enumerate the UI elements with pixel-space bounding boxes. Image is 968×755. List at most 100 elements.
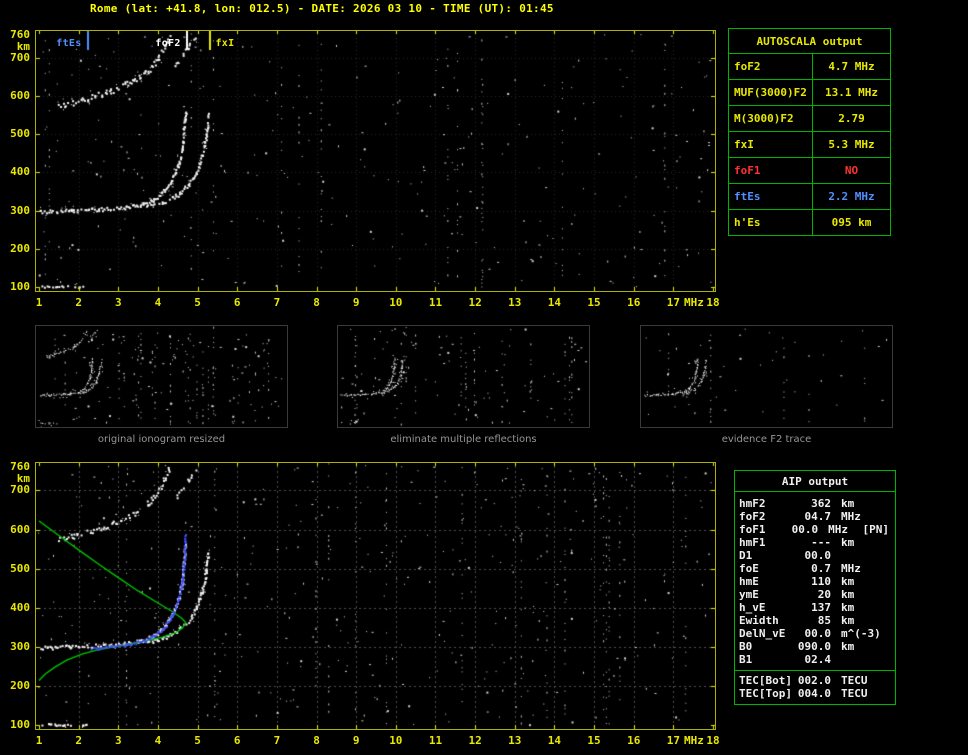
aip-param-note: [881, 601, 891, 614]
thumbnail-caption-evidence: evidence F2 trace: [640, 434, 893, 445]
aip-tec-rows: TEC[Bot]002.0TECUTEC[Top]004.0TECU: [735, 674, 895, 700]
marker-label-fof2: foF2: [155, 38, 180, 49]
x-tick-label: 13: [508, 296, 521, 309]
x-tick-label: 4: [155, 734, 162, 747]
thumbnail-caption-eliminate: eliminate multiple reflections: [337, 434, 590, 445]
x-tick-label: 18: [706, 734, 719, 747]
autoscala-param-value: 2.79: [813, 106, 890, 131]
x-tick-label: 2: [75, 296, 82, 309]
x-tick-label: 17: [667, 296, 680, 309]
autoscala-param-label: MUF(3000)F2: [729, 80, 813, 105]
x-tick-label: 17: [667, 734, 680, 747]
autoscala-param-value: 13.1 MHz: [813, 80, 890, 105]
aip-row-hmf2: hmF2362km: [735, 497, 895, 510]
aip-param-name: hmF2: [739, 497, 795, 510]
main-ionogram-plot: ftEsfoF2fxI: [35, 30, 716, 292]
restored-ionogram-plot: [35, 462, 716, 730]
y-axis-unit: km: [4, 40, 30, 53]
y-tick-label: 400: [4, 165, 30, 178]
aip-param-value: 85: [795, 614, 831, 627]
aip-param-note: [881, 510, 891, 523]
station-title: Rome (lat: +41.8, lon: 012.5) - DATE: 20…: [90, 2, 554, 15]
aip-param-note: [881, 497, 891, 510]
aip-param-note: [881, 562, 891, 575]
x-tick-label: 18: [706, 296, 719, 309]
aip-separator: [735, 670, 895, 671]
thumbnail-evidence-f2: [640, 325, 893, 428]
autoscala-param-value: 2.2 MHz: [813, 184, 890, 209]
thumbnail-caption-original: original ionogram resized: [35, 434, 288, 445]
x-tick-label: 6: [234, 734, 241, 747]
aip-param-unit: [831, 549, 881, 562]
marker-label-ftes: ftEs: [56, 38, 81, 49]
aip-param-value: 02.4: [795, 653, 831, 666]
aip-row-fof2: foF204.7MHz: [735, 510, 895, 523]
aip-param-value: 00.0: [795, 627, 831, 640]
y-tick-label: 300: [4, 640, 30, 653]
aip-param-unit: km: [831, 601, 881, 614]
aip-param-value: 00.0: [787, 523, 818, 536]
aip-row-yme: ymE20km: [735, 588, 895, 601]
aip-param-name: ymE: [739, 588, 795, 601]
aip-param-value: 137: [795, 601, 831, 614]
aip-param-value: ---: [795, 536, 831, 549]
y-tick-label: 500: [4, 562, 30, 575]
aip-param-note: [881, 674, 891, 687]
aip-param-unit: km: [831, 497, 881, 510]
aip-row-delnve: DelN_vE00.0m^(-3): [735, 627, 895, 640]
autoscala-row-ftes: ftEs2.2 MHz: [729, 183, 890, 209]
autoscala-param-value: NO: [813, 158, 890, 183]
x-tick-label: 5: [194, 734, 201, 747]
x-tick-label: 8: [313, 296, 320, 309]
aip-param-value: 110: [795, 575, 831, 588]
aip-param-unit: MHz: [831, 510, 881, 523]
autoscala-param-label: foF1: [729, 158, 813, 183]
x-tick-label: 3: [115, 296, 122, 309]
aip-param-unit: km: [831, 588, 881, 601]
aip-param-note: [881, 536, 891, 549]
x-tick-label: 6: [234, 296, 241, 309]
aip-row-fof1: foF100.0MHz[PN]: [735, 523, 895, 536]
aip-param-value: 004.0: [795, 687, 831, 700]
aip-output-panel: AIP output hmF2362kmfoF204.7MHzfoF100.0M…: [734, 470, 896, 705]
aip-param-name: D1: [739, 549, 795, 562]
aip-param-unit: km: [831, 640, 881, 653]
aip-param-value: 20: [795, 588, 831, 601]
aip-param-unit: km: [831, 575, 881, 588]
y-tick-label: 500: [4, 127, 30, 140]
y-tick-label: 200: [4, 242, 30, 255]
autoscala-row-fxi: fxI5.3 MHz: [729, 131, 890, 157]
aip-param-name: h_vE: [739, 601, 795, 614]
aip-param-name: TEC[Bot]: [739, 674, 795, 687]
aip-row-tectop: TEC[Top]004.0TECU: [735, 687, 895, 700]
x-tick-label: 16: [627, 734, 640, 747]
autoscala-row-m3000f2: M(3000)F22.79: [729, 105, 890, 131]
autoscala-table-rows: foF24.7 MHzMUF(3000)F213.1 MHzM(3000)F22…: [729, 53, 890, 235]
aip-param-note: [881, 653, 891, 666]
x-tick-label: 15: [587, 296, 600, 309]
x-axis-unit: MHz: [684, 296, 704, 309]
autoscala-param-label: M(3000)F2: [729, 106, 813, 131]
aip-param-unit: km: [831, 614, 881, 627]
aip-param-name: foF2: [739, 510, 795, 523]
frequency-marker-labels: ftEsfoF2fxI: [36, 31, 715, 291]
autoscala-param-value: 5.3 MHz: [813, 132, 890, 157]
y-tick-label: 600: [4, 523, 30, 536]
autoscala-row-muf3000f2: MUF(3000)F213.1 MHz: [729, 79, 890, 105]
x-tick-label: 16: [627, 296, 640, 309]
x-tick-label: 11: [429, 734, 442, 747]
aip-param-name: hmF1: [739, 536, 795, 549]
aip-param-unit: m^(-3): [831, 627, 881, 640]
aip-row-foe: foE0.7MHz: [735, 562, 895, 575]
x-tick-label: 9: [353, 296, 360, 309]
aip-param-unit: TECU: [831, 674, 881, 687]
aip-param-name: TEC[Top]: [739, 687, 795, 700]
restored-ionogram-canvas: [36, 463, 715, 729]
aip-param-name: DelN_vE: [739, 627, 795, 640]
aip-row-b1: B102.4: [735, 653, 895, 666]
aip-param-value: 04.7: [795, 510, 831, 523]
autoscala-row-hes: h'Es095 km: [729, 209, 890, 235]
x-tick-label: 10: [389, 734, 402, 747]
x-tick-label: 11: [429, 296, 442, 309]
x-tick-label: 14: [548, 296, 561, 309]
